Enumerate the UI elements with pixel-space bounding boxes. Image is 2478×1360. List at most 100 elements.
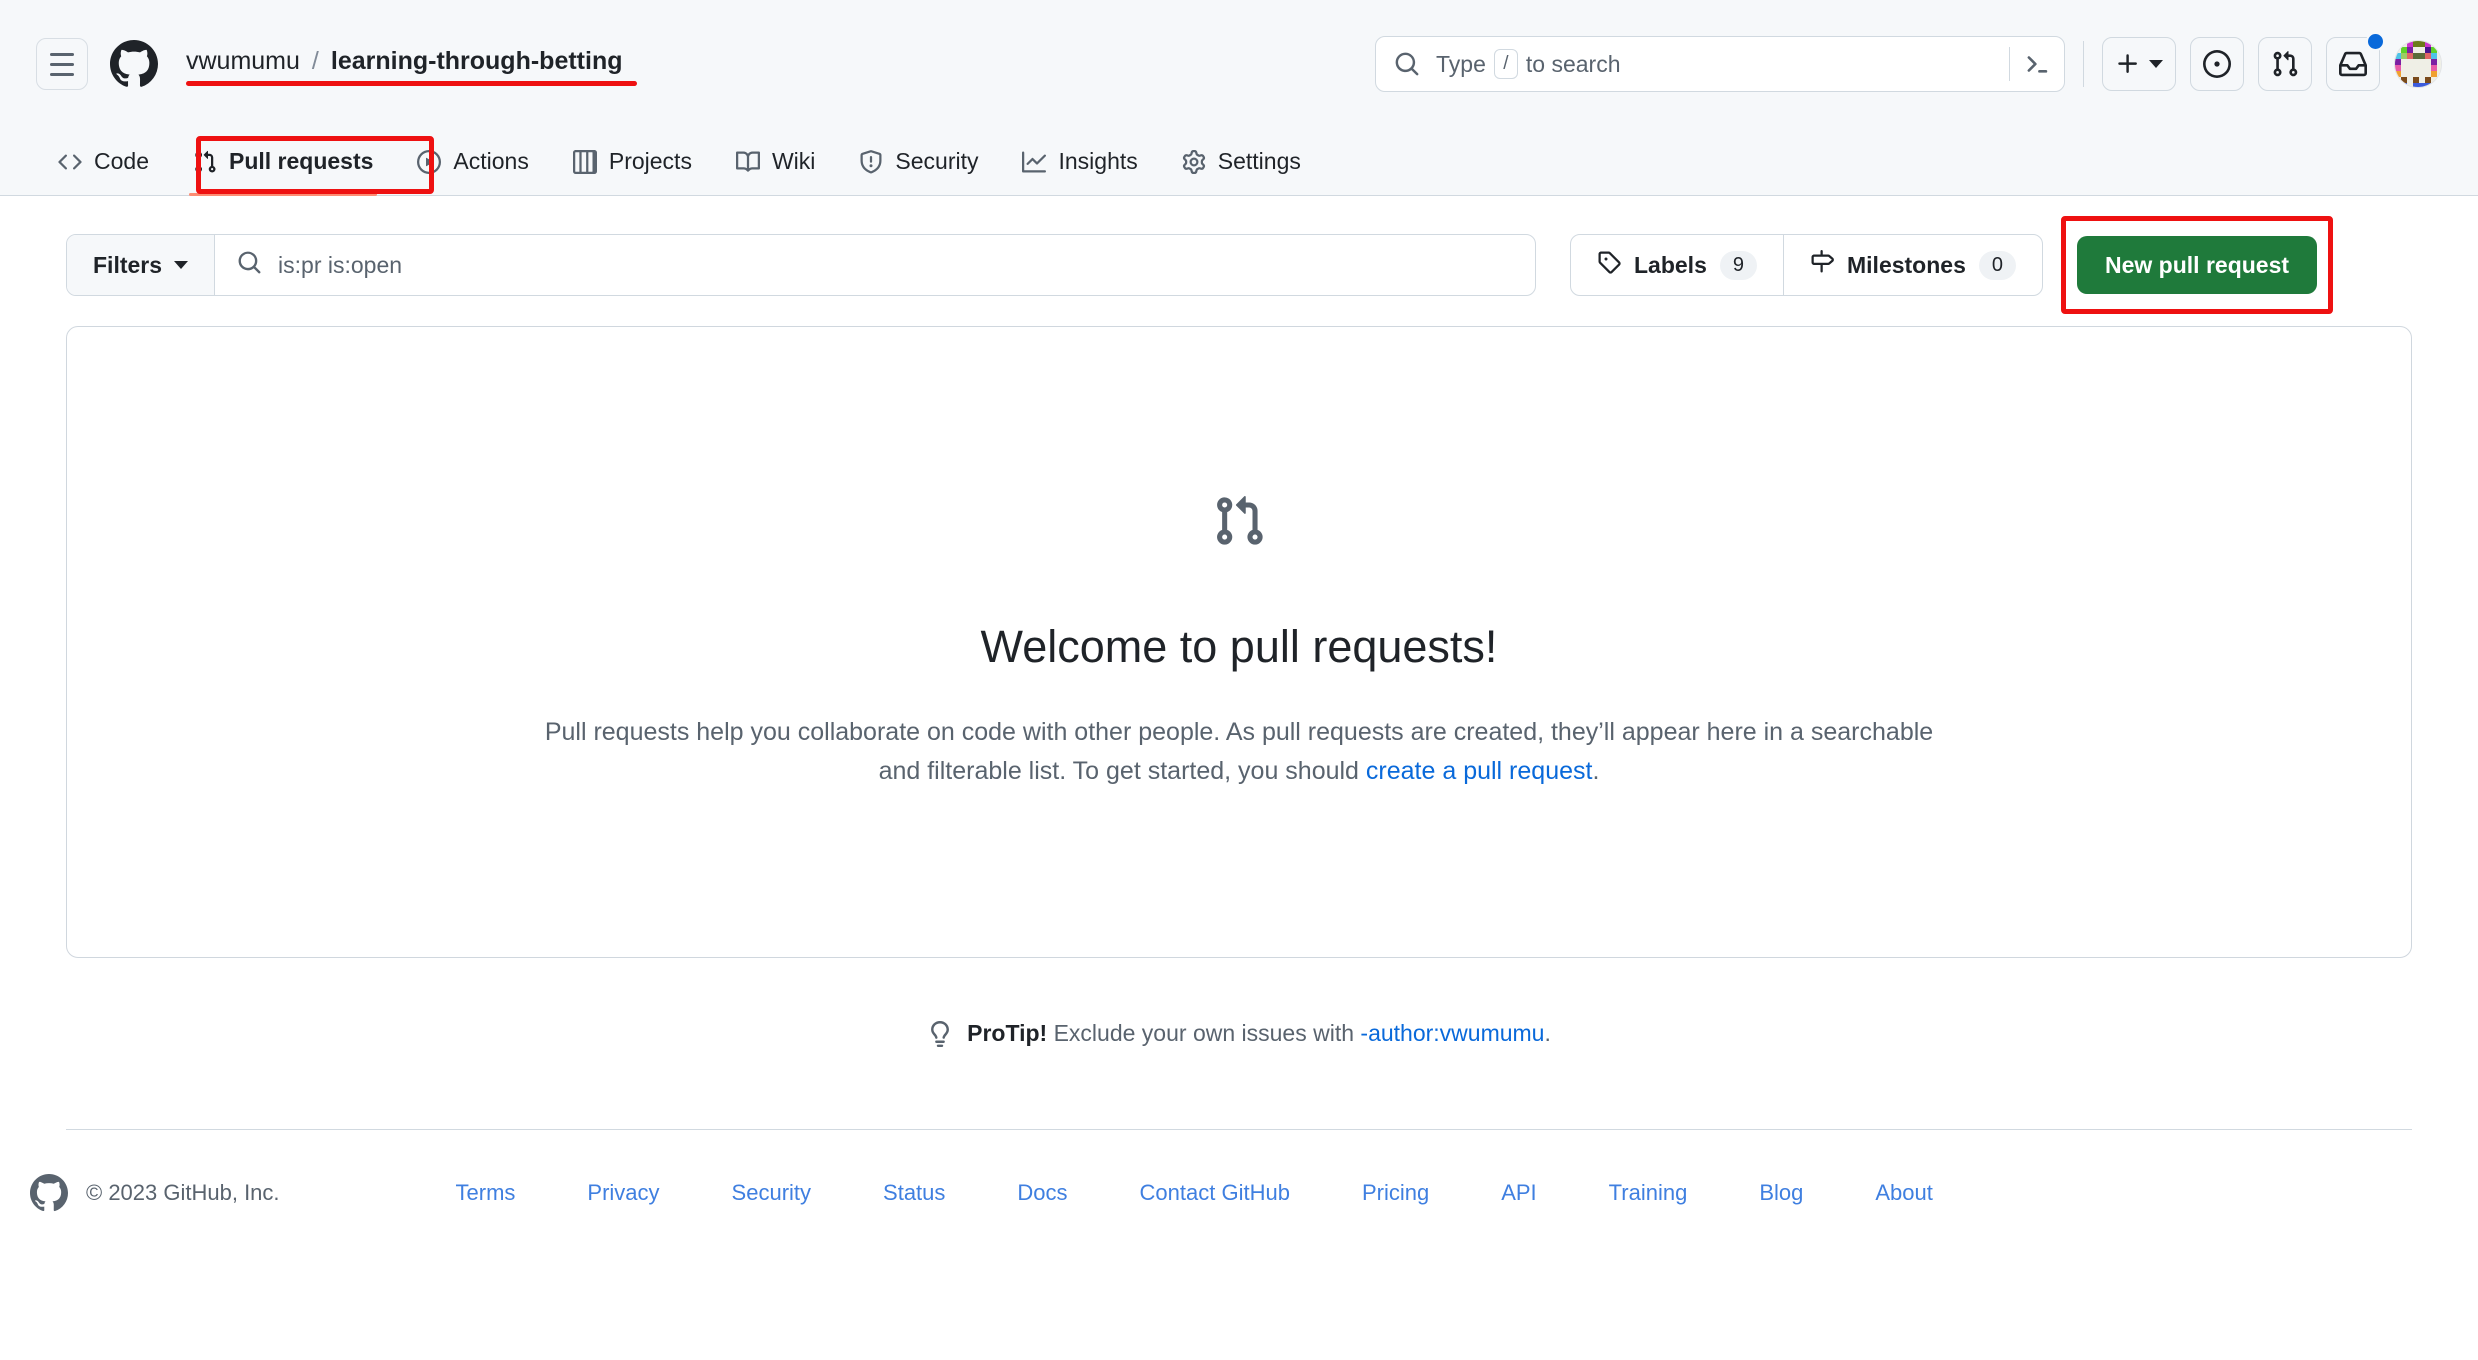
git-pull-request-icon [193, 150, 217, 174]
tab-settings[interactable]: Settings [1160, 128, 1323, 196]
footer-link-security[interactable]: Security [696, 1180, 847, 1206]
pr-search-value: is:pr is:open [278, 252, 402, 279]
plus-icon [2115, 51, 2141, 77]
footer-copyright: © 2023 GitHub, Inc. [86, 1180, 280, 1206]
global-search-input[interactable]: Type / to search [1375, 36, 2065, 92]
tag-icon [1597, 250, 1621, 280]
page-header: vwumumu / learning-through-betting Type … [0, 0, 2478, 128]
repository-nav: Code Pull requests Actions Projects Wiki… [0, 128, 2478, 196]
search-slash-key: / [1494, 49, 1518, 79]
main-content: Filters is:pr is:open Labels 9 [0, 196, 2478, 1047]
notification-indicator-dot [2366, 32, 2385, 51]
protip-suffix: . [1544, 1020, 1550, 1046]
tab-wiki-label: Wiki [772, 148, 815, 175]
tab-actions[interactable]: Actions [395, 128, 550, 196]
empty-state-body-part2: . [1592, 757, 1599, 785]
milestones-label: Milestones [1847, 252, 1966, 279]
footer-link-api[interactable]: API [1465, 1180, 1572, 1206]
empty-state-body-part1: Pull requests help you collaborate on co… [545, 718, 1933, 785]
tab-settings-label: Settings [1218, 148, 1301, 175]
pr-toolbar: Filters is:pr is:open Labels 9 [66, 196, 2412, 296]
labels-button[interactable]: Labels 9 [1571, 235, 1783, 295]
page-footer: © 2023 GitHub, Inc. Terms Privacy Securi… [0, 1130, 2478, 1212]
book-icon [736, 150, 760, 174]
footer-link-training[interactable]: Training [1573, 1180, 1724, 1206]
play-icon [417, 150, 441, 174]
labels-milestones-group: Labels 9 Milestones 0 [1570, 234, 2043, 296]
header-actions: Type / to search [1375, 36, 2442, 92]
github-mark-icon[interactable] [30, 1174, 68, 1212]
new-pull-request-wrapper: New pull request [2077, 236, 2317, 294]
footer-link-terms[interactable]: Terms [420, 1180, 552, 1206]
filters-label: Filters [93, 252, 162, 279]
notifications-button[interactable] [2326, 37, 2380, 91]
lightbulb-icon [927, 1021, 953, 1047]
new-pull-request-button[interactable]: New pull request [2077, 236, 2317, 294]
search-placeholder: Type / to search [1436, 49, 2003, 79]
terminal-icon[interactable] [2024, 51, 2050, 77]
empty-state-card: Welcome to pull requests! Pull requests … [66, 326, 2412, 958]
tab-projects[interactable]: Projects [551, 128, 714, 196]
hamburger-icon-bar [50, 53, 74, 56]
protip-text: Exclude your own issues with [1047, 1020, 1360, 1046]
milestones-count: 0 [1979, 251, 2016, 280]
milestones-button[interactable]: Milestones 0 [1783, 235, 2042, 295]
tab-insights[interactable]: Insights [1000, 128, 1159, 196]
table-icon [573, 150, 597, 174]
filters-search-group: Filters is:pr is:open [66, 234, 1536, 296]
empty-state-body: Pull requests help you collaborate on co… [544, 713, 1934, 791]
hamburger-icon-bar [50, 73, 74, 76]
gear-icon [1182, 150, 1206, 174]
issues-button[interactable] [2190, 37, 2244, 91]
footer-link-contact-github[interactable]: Contact GitHub [1104, 1180, 1326, 1206]
graph-icon [1022, 150, 1046, 174]
create-new-button[interactable] [2102, 37, 2176, 91]
footer-link-pricing[interactable]: Pricing [1326, 1180, 1465, 1206]
avatar[interactable] [2394, 40, 2442, 88]
breadcrumb: vwumumu / learning-through-betting [186, 47, 623, 82]
create-pull-request-link[interactable]: create a pull request [1366, 757, 1593, 785]
tab-security[interactable]: Security [837, 128, 1000, 196]
pull-requests-button[interactable] [2258, 37, 2312, 91]
empty-state-title: Welcome to pull requests! [981, 621, 1498, 673]
footer-links: Terms Privacy Security Status Docs Conta… [420, 1180, 1969, 1206]
labels-label: Labels [1634, 252, 1707, 279]
tab-wiki[interactable]: Wiki [714, 128, 837, 196]
breadcrumb-repo[interactable]: learning-through-betting [331, 47, 623, 76]
search-icon [237, 250, 262, 280]
tab-code[interactable]: Code [36, 128, 171, 196]
shield-icon [859, 150, 883, 174]
search-icon [1394, 51, 1420, 77]
search-placeholder-prefix: Type [1436, 51, 1486, 78]
footer-link-privacy[interactable]: Privacy [551, 1180, 695, 1206]
footer-link-status[interactable]: Status [847, 1180, 981, 1206]
github-mark-icon[interactable] [110, 40, 158, 88]
breadcrumb-separator: / [312, 47, 319, 76]
protip: ProTip! Exclude your own issues with -au… [66, 1020, 2412, 1047]
tab-code-label: Code [94, 148, 149, 175]
tab-pull-requests-label: Pull requests [229, 148, 373, 175]
hamburger-icon-bar [50, 63, 74, 66]
git-pull-request-icon [1212, 494, 1266, 553]
protip-content: ProTip! Exclude your own issues with -au… [967, 1020, 1551, 1047]
chevron-down-icon [174, 261, 188, 269]
pr-search-input[interactable]: is:pr is:open [215, 235, 1535, 295]
code-icon [58, 150, 82, 174]
footer-link-about[interactable]: About [1839, 1180, 1969, 1206]
milestone-icon [1810, 250, 1834, 280]
footer-link-blog[interactable]: Blog [1723, 1180, 1839, 1206]
protip-label: ProTip! [967, 1020, 1047, 1046]
search-placeholder-suffix: to search [1526, 51, 1621, 78]
breadcrumb-owner[interactable]: vwumumu [186, 47, 300, 76]
inbox-icon [2339, 50, 2367, 78]
protip-link[interactable]: -author:vwumumu [1360, 1020, 1544, 1046]
hamburger-menu-button[interactable] [36, 38, 88, 90]
tab-insights-label: Insights [1058, 148, 1137, 175]
search-divider [2009, 47, 2010, 81]
tab-pull-requests[interactable]: Pull requests [171, 128, 395, 196]
filters-dropdown-button[interactable]: Filters [67, 235, 215, 295]
tab-security-label: Security [895, 148, 978, 175]
footer-link-docs[interactable]: Docs [981, 1180, 1103, 1206]
labels-count: 9 [1720, 251, 1757, 280]
annotation-underline [186, 81, 637, 86]
